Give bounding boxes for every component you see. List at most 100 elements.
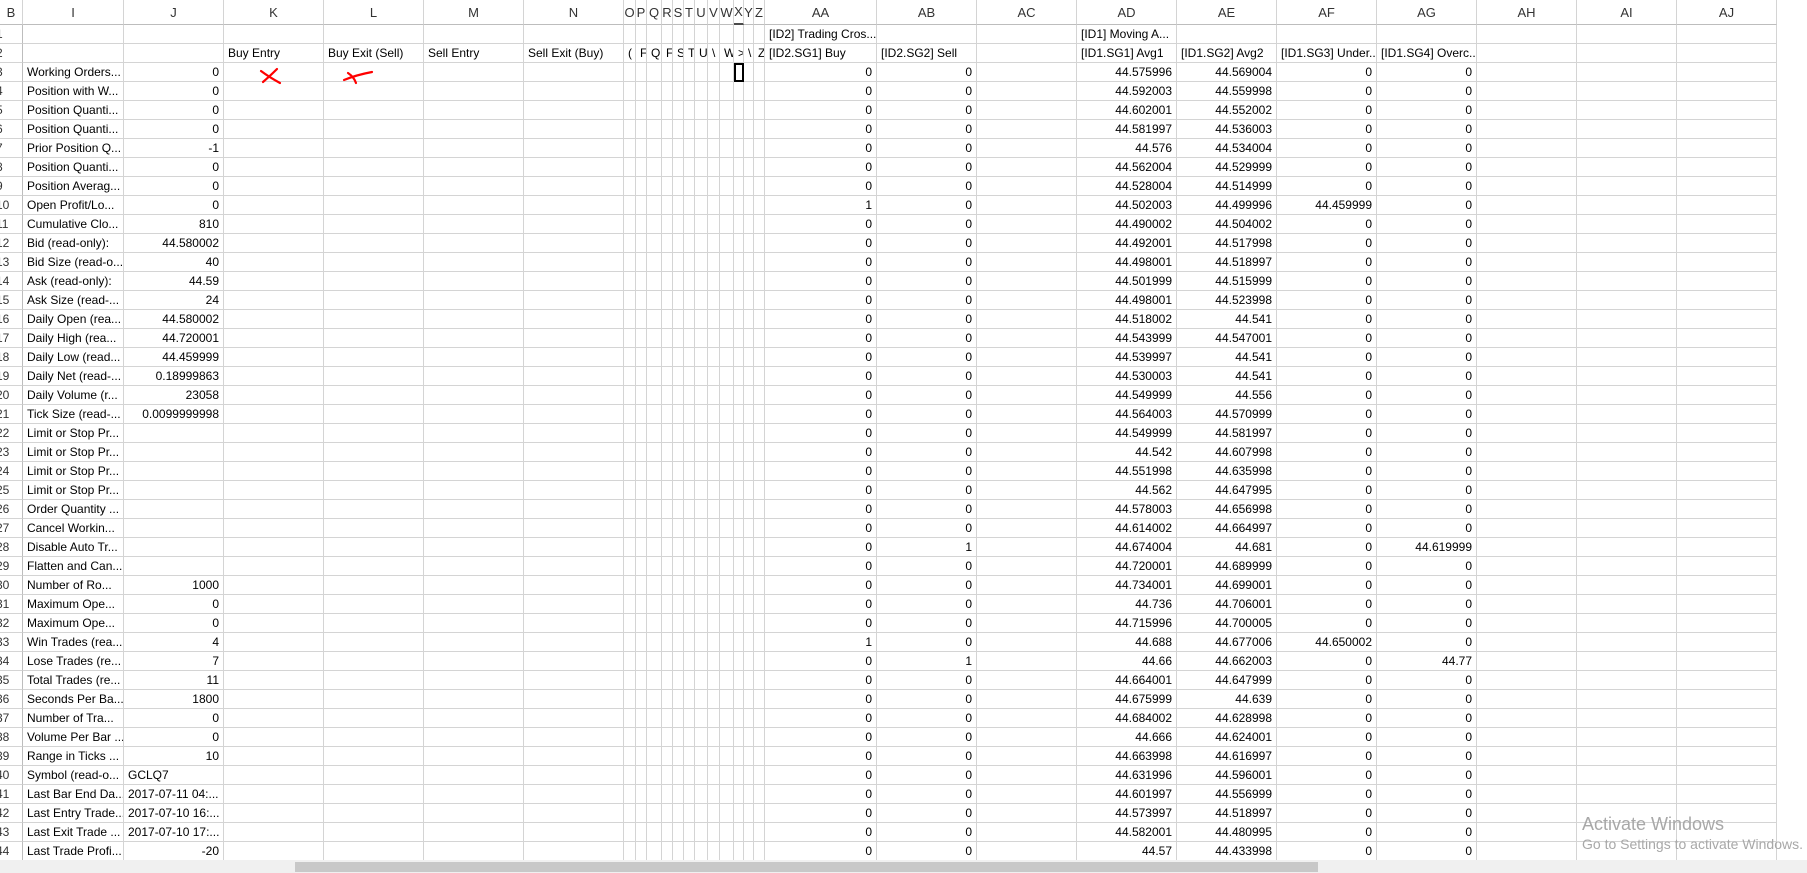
cell-w36[interactable] xyxy=(720,690,734,709)
cell-j4[interactable]: 0 xyxy=(124,82,224,101)
cell-ab20[interactable]: 0 xyxy=(877,386,977,405)
cell-af1[interactable] xyxy=(1277,25,1377,44)
cell-s31[interactable] xyxy=(673,595,684,614)
cell-ai37[interactable] xyxy=(1577,709,1677,728)
cell-ah32[interactable] xyxy=(1477,614,1577,633)
cell-u16[interactable] xyxy=(695,310,708,329)
cell-ac21[interactable] xyxy=(977,405,1077,424)
cell-ag27[interactable]: 0 xyxy=(1377,519,1477,538)
cell-w23[interactable] xyxy=(720,443,734,462)
cell-i2[interactable] xyxy=(23,44,124,63)
cell-x4[interactable] xyxy=(734,82,744,101)
cell-u44[interactable] xyxy=(695,842,708,860)
cell-ac8[interactable] xyxy=(977,158,1077,177)
cell-r4[interactable] xyxy=(662,82,673,101)
cell-u27[interactable] xyxy=(695,519,708,538)
cell-q17[interactable] xyxy=(647,329,662,348)
cell-w7[interactable] xyxy=(720,139,734,158)
cell-r3[interactable] xyxy=(662,63,673,82)
cell-y18[interactable] xyxy=(744,348,754,367)
cell-w14[interactable] xyxy=(720,272,734,291)
cell-t33[interactable] xyxy=(684,633,695,652)
cell-s7[interactable] xyxy=(673,139,684,158)
cell-af33[interactable]: 44.650002 xyxy=(1277,633,1377,652)
cell-w28[interactable] xyxy=(720,538,734,557)
cell-q41[interactable] xyxy=(647,785,662,804)
cell-i31[interactable]: Maximum Ope... xyxy=(23,595,124,614)
cell-m38[interactable] xyxy=(424,728,524,747)
cell-ae27[interactable]: 44.664997 xyxy=(1177,519,1277,538)
cell-ad43[interactable]: 44.582001 xyxy=(1077,823,1177,842)
cell-l21[interactable] xyxy=(324,405,424,424)
cell-l26[interactable] xyxy=(324,500,424,519)
cell-ag6[interactable]: 0 xyxy=(1377,120,1477,139)
cell-r30[interactable] xyxy=(662,576,673,595)
cell-aj7[interactable] xyxy=(1677,139,1777,158)
cell-j44[interactable]: -20 xyxy=(124,842,224,860)
cell-k27[interactable] xyxy=(224,519,324,538)
cell-j11[interactable]: 810 xyxy=(124,215,224,234)
cell-z8[interactable] xyxy=(754,158,765,177)
cell-ah37[interactable] xyxy=(1477,709,1577,728)
cell-t3[interactable] xyxy=(684,63,695,82)
cell-ag28[interactable]: 44.619999 xyxy=(1377,538,1477,557)
column-header-ad[interactable]: AD xyxy=(1077,0,1177,25)
cell-ag38[interactable]: 0 xyxy=(1377,728,1477,747)
cell-o10[interactable] xyxy=(624,196,636,215)
cell-aj9[interactable] xyxy=(1677,177,1777,196)
cell-aa3[interactable]: 0 xyxy=(765,63,877,82)
cell-ae29[interactable]: 44.689999 xyxy=(1177,557,1277,576)
row-header-43[interactable]: 43 xyxy=(0,823,23,842)
cell-ae5[interactable]: 44.552002 xyxy=(1177,101,1277,120)
cell-l28[interactable] xyxy=(324,538,424,557)
cell-s11[interactable] xyxy=(673,215,684,234)
cell-l15[interactable] xyxy=(324,291,424,310)
cell-w2[interactable]: W xyxy=(720,44,734,63)
cell-ac28[interactable] xyxy=(977,538,1077,557)
cell-j18[interactable]: 44.459999 xyxy=(124,348,224,367)
cell-m20[interactable] xyxy=(424,386,524,405)
cell-j12[interactable]: 44.580002 xyxy=(124,234,224,253)
cell-u26[interactable] xyxy=(695,500,708,519)
cell-k9[interactable] xyxy=(224,177,324,196)
cell-af44[interactable]: 0 xyxy=(1277,842,1377,860)
cell-x31[interactable] xyxy=(734,595,744,614)
column-header-aj[interactable]: AJ xyxy=(1677,0,1777,25)
cell-q34[interactable] xyxy=(647,652,662,671)
cell-ad9[interactable]: 44.528004 xyxy=(1077,177,1177,196)
cell-ad33[interactable]: 44.688 xyxy=(1077,633,1177,652)
cell-m30[interactable] xyxy=(424,576,524,595)
cell-ad3[interactable]: 44.575996 xyxy=(1077,63,1177,82)
cell-z17[interactable] xyxy=(754,329,765,348)
cell-ab6[interactable]: 0 xyxy=(877,120,977,139)
cell-i25[interactable]: Limit or Stop Pr... xyxy=(23,481,124,500)
cell-p38[interactable] xyxy=(636,728,647,747)
cell-k23[interactable] xyxy=(224,443,324,462)
cell-ac39[interactable] xyxy=(977,747,1077,766)
row-header-29[interactable]: 29 xyxy=(0,557,23,576)
cell-ah2[interactable] xyxy=(1477,44,1577,63)
cell-j29[interactable] xyxy=(124,557,224,576)
row-header-5[interactable]: 5 xyxy=(0,101,23,120)
cell-s34[interactable] xyxy=(673,652,684,671)
cell-ah22[interactable] xyxy=(1477,424,1577,443)
cell-aa12[interactable]: 0 xyxy=(765,234,877,253)
cell-q9[interactable] xyxy=(647,177,662,196)
cell-k8[interactable] xyxy=(224,158,324,177)
cell-ai6[interactable] xyxy=(1577,120,1677,139)
cell-s10[interactable] xyxy=(673,196,684,215)
cell-aa41[interactable]: 0 xyxy=(765,785,877,804)
cell-m41[interactable] xyxy=(424,785,524,804)
cell-ah6[interactable] xyxy=(1477,120,1577,139)
cell-x30[interactable] xyxy=(734,576,744,595)
cell-u2[interactable]: U xyxy=(695,44,708,63)
cell-u1[interactable] xyxy=(695,25,708,44)
cell-af10[interactable]: 44.459999 xyxy=(1277,196,1377,215)
cell-j40[interactable]: GCLQ7 xyxy=(124,766,224,785)
cell-ab35[interactable]: 0 xyxy=(877,671,977,690)
cell-aa14[interactable]: 0 xyxy=(765,272,877,291)
cell-ai39[interactable] xyxy=(1577,747,1677,766)
cell-x1[interactable] xyxy=(734,25,744,44)
cell-o11[interactable] xyxy=(624,215,636,234)
cell-q1[interactable] xyxy=(647,25,662,44)
